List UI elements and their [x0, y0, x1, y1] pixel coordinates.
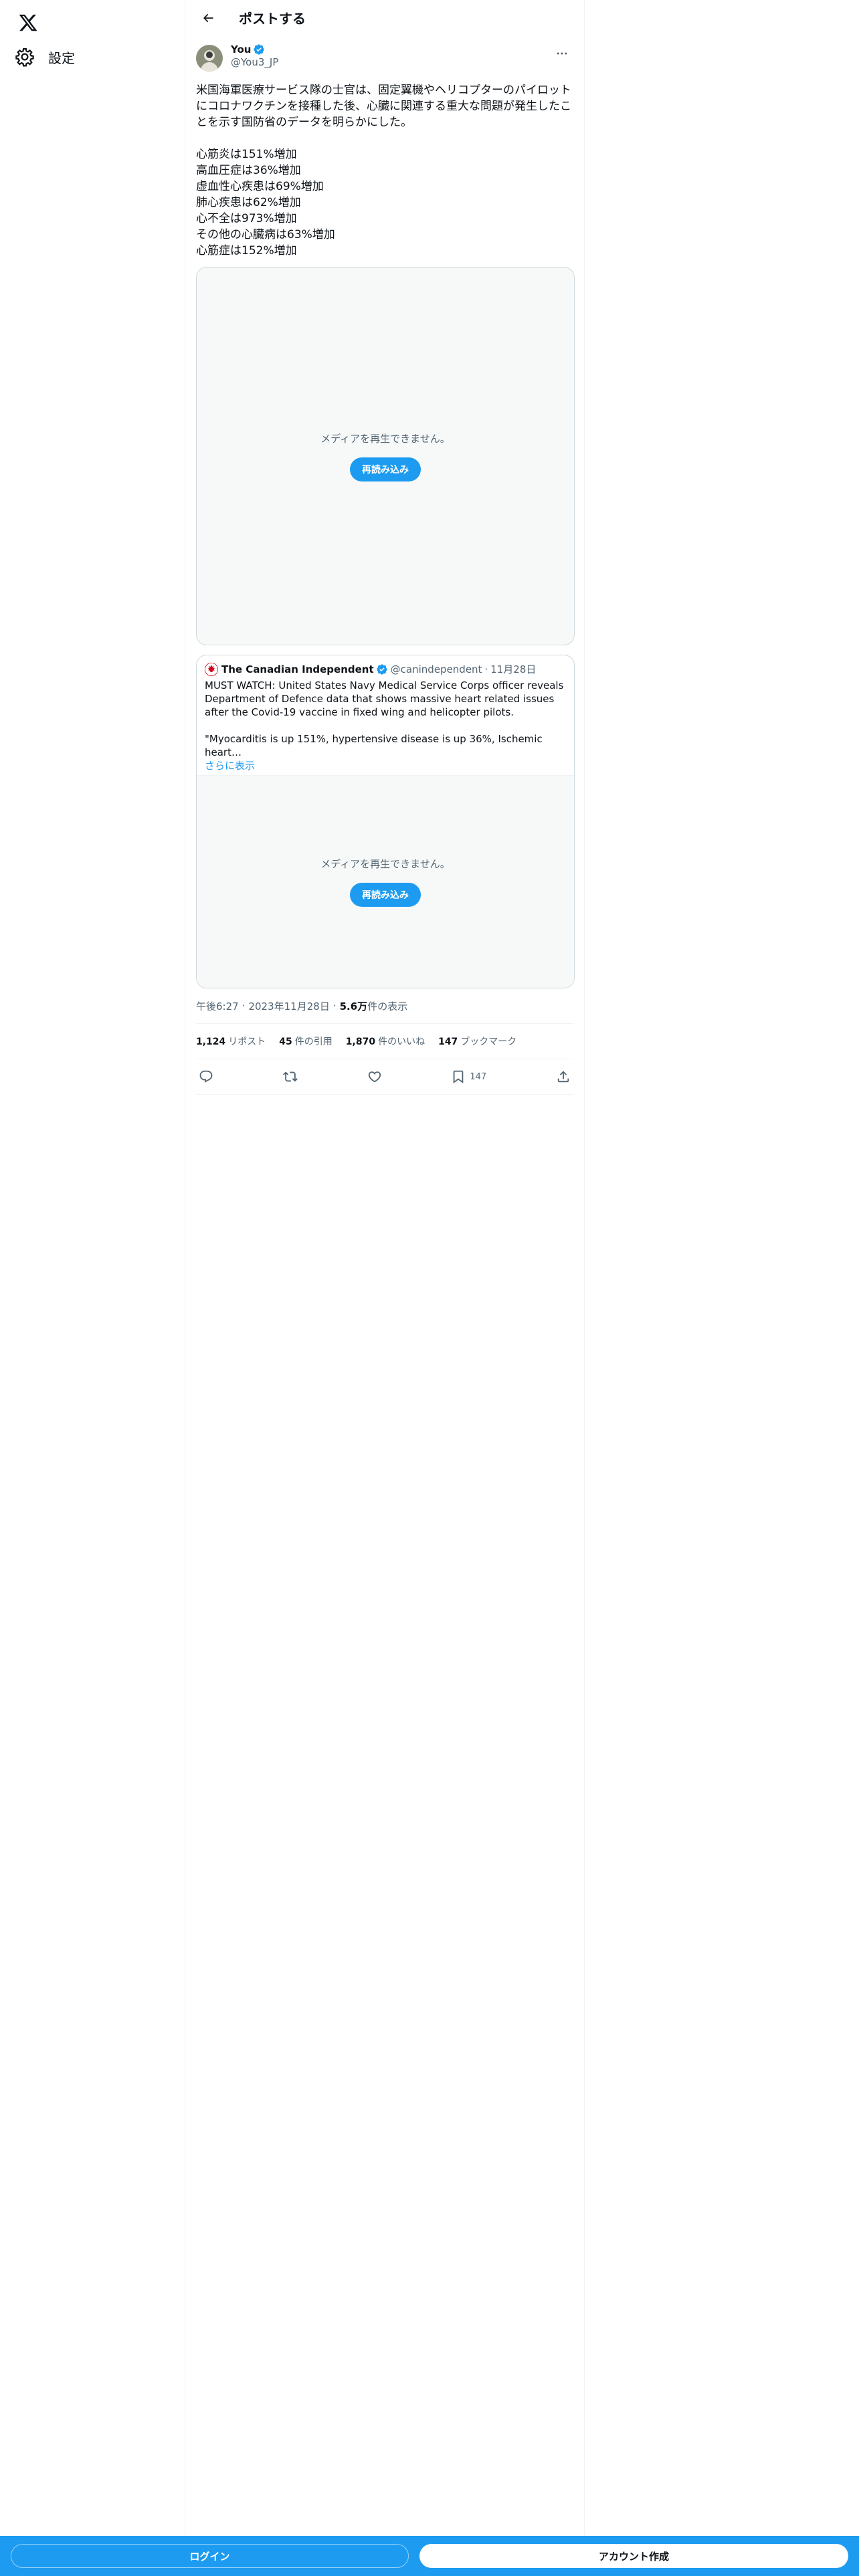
media-error-message: メディアを再生できません。 — [320, 858, 450, 870]
bottom-login-bar: ログイン アカウント作成 — [0, 2536, 859, 2576]
more-options-button[interactable] — [551, 42, 573, 65]
quoted-post-media: メディアを再生できません。 再読み込み — [197, 775, 574, 988]
quoted-author-name: The Canadian Independent — [221, 663, 374, 675]
quotes-label: 件の引用 — [294, 1037, 332, 1047]
post-actions: 147 — [196, 1059, 573, 1094]
share-icon — [557, 1071, 569, 1083]
repost-button[interactable] — [282, 1069, 298, 1084]
main-column: ポストする You @You3_JP 米国海軍医療サービス隊の士官は、固定翼機や… — [185, 0, 585, 2576]
show-more-link[interactable]: さらに表示 — [197, 759, 574, 775]
engagement-stats: 1,124 リポスト 45 件の引用 1,870 件のいいね 147 ブックマーク — [196, 1024, 573, 1059]
divider — [196, 1094, 573, 1095]
verified-badge-icon — [376, 663, 387, 675]
quotes-stat[interactable]: 45 件の引用 — [279, 1035, 332, 1048]
quotes-count: 45 — [279, 1037, 292, 1047]
verified-badge-icon — [254, 44, 265, 55]
post-time[interactable]: 午後6:27 — [196, 999, 239, 1013]
author-name[interactable]: You — [231, 43, 251, 56]
post-date[interactable]: 2023年11月28日 — [248, 999, 329, 1013]
reply-button[interactable] — [199, 1069, 213, 1084]
separator-dot: · — [242, 1000, 246, 1012]
login-button[interactable]: ログイン — [11, 2544, 409, 2568]
media-error-message: メディアを再生できません。 — [320, 432, 450, 445]
post: You @You3_JP 米国海軍医療サービス隊の士官は、固定翼機やヘリコプター… — [185, 35, 584, 1095]
bookmarks-label: ブックマーク — [460, 1037, 517, 1047]
reposts-count: 1,124 — [196, 1037, 226, 1047]
nav-settings-link[interactable]: 設定 — [9, 41, 80, 72]
back-button[interactable] — [196, 6, 220, 30]
quoted-post[interactable]: The Canadian Independent @canindependent… — [196, 655, 575, 988]
author-names: You @You3_JP — [231, 43, 278, 68]
post-author-row: You @You3_JP — [196, 42, 573, 80]
reload-button[interactable]: 再読み込み — [350, 457, 421, 481]
more-dots-icon — [557, 52, 567, 55]
likes-label: 件のいいね — [378, 1037, 425, 1047]
reload-button[interactable]: 再読み込み — [350, 883, 421, 907]
author-name-row: You — [231, 43, 278, 56]
signup-button[interactable]: アカウント作成 — [419, 2544, 848, 2568]
reposts-stat[interactable]: 1,124 リポスト — [196, 1035, 266, 1048]
repost-icon — [282, 1071, 298, 1082]
bookmark-button[interactable]: 147 — [451, 1069, 486, 1084]
bookmarks-count: 147 — [438, 1037, 458, 1047]
author-handle[interactable]: @You3_JP — [231, 56, 278, 68]
quoted-post-header: The Canadian Independent @canindependent… — [197, 655, 574, 676]
separator-dot: · — [332, 1000, 337, 1012]
post-text: 米国海軍医療サービス隊の士官は、固定翼機やヘリコプターのパイロットにコロナワクチ… — [196, 84, 571, 257]
reposts-label: リポスト — [228, 1037, 266, 1047]
quoted-post-text: MUST WATCH: United States Navy Medical S… — [205, 679, 564, 758]
like-button[interactable] — [367, 1069, 382, 1084]
share-button[interactable] — [556, 1069, 571, 1084]
gear-icon — [15, 48, 34, 67]
author-avatar[interactable] — [196, 45, 223, 72]
likes-stat[interactable]: 1,870 件のいいね — [346, 1035, 425, 1048]
quoted-author-avatar — [205, 662, 218, 676]
bookmark-count: 147 — [470, 1071, 487, 1082]
quoted-post-date: 11月28日 — [490, 663, 537, 675]
likes-count: 1,870 — [345, 1037, 376, 1047]
nav-settings-label: 設定 — [48, 49, 75, 66]
heart-icon — [368, 1071, 381, 1083]
bookmark-icon — [454, 1070, 464, 1084]
top-bar: ポストする — [185, 0, 584, 35]
left-nav: 設定 — [0, 0, 185, 2576]
reply-icon — [199, 1070, 213, 1083]
views-count: 5.6万 — [339, 1000, 368, 1012]
x-logo-icon[interactable] — [11, 5, 45, 40]
post-media: メディアを再生できません。 再読み込み — [196, 267, 575, 645]
views-label: 件の表示 — [367, 1000, 408, 1012]
separator-dot: · — [484, 663, 488, 675]
arrow-left-icon — [203, 13, 213, 22]
quoted-author-handle: @canindependent — [390, 663, 482, 675]
page-title: ポストする — [239, 11, 306, 27]
bookmarks-stat[interactable]: 147 ブックマーク — [438, 1035, 516, 1048]
post-meta: 午後6:27 · 2023年11月28日 · 5.6万 件の表示 — [196, 999, 573, 1012]
